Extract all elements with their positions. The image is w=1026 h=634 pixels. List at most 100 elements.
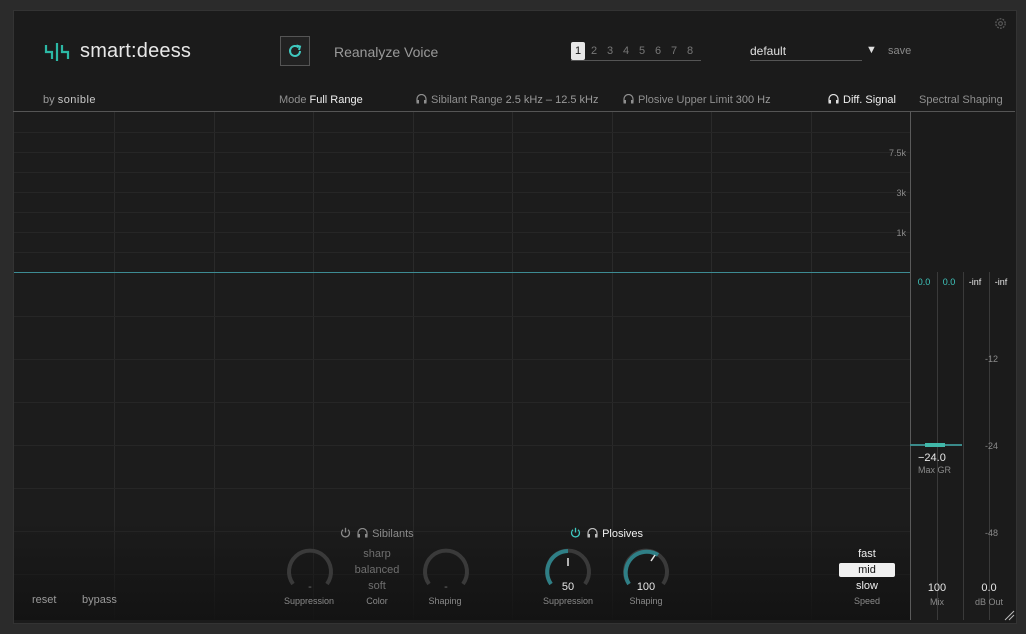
slot-7[interactable]: 7 xyxy=(667,42,681,60)
diff-signal-toggle[interactable]: Diff. Signal xyxy=(828,94,896,106)
slot-6[interactable]: 6 xyxy=(651,42,665,60)
plosive-suppression-knob[interactable] xyxy=(542,546,594,586)
headphones-icon[interactable] xyxy=(623,94,634,104)
meter-value-out-left: -inf xyxy=(968,277,982,287)
plosive-limit-value[interactable]: 300 Hz xyxy=(736,94,771,106)
sibilant-shaping-value: - xyxy=(444,581,448,593)
slot-5[interactable]: 5 xyxy=(635,42,649,60)
sibilants-header: Sibilants xyxy=(340,527,414,540)
meter-value-out-right: -inf xyxy=(994,277,1008,287)
grid-hline xyxy=(14,252,910,253)
sibilant-suppression-knob[interactable] xyxy=(284,546,336,586)
signal-baseline xyxy=(14,272,910,273)
headphones-icon xyxy=(828,94,839,104)
reset-button[interactable]: reset xyxy=(32,594,56,606)
logo-icon xyxy=(44,43,70,61)
color-option-sharp[interactable]: sharp xyxy=(347,548,407,560)
plosive-shaping-label: Shaping xyxy=(629,596,663,606)
resize-handle-icon[interactable] xyxy=(1003,609,1015,621)
sibilant-suppression-label: Suppression xyxy=(283,596,335,606)
headphones-icon[interactable] xyxy=(357,528,368,538)
sibilant-range-label: Sibilant Range xyxy=(431,94,503,106)
plosive-suppression-label: Suppression xyxy=(542,596,594,606)
preset-slots: 1 2 3 4 5 6 7 8 xyxy=(571,42,701,61)
sibilant-range-option[interactable]: Sibilant Range 2.5 kHz – 12.5 kHz xyxy=(416,94,599,106)
reanalyze-button[interactable] xyxy=(280,36,310,66)
plosive-shaping-value[interactable]: 100 xyxy=(626,581,666,593)
power-icon[interactable] xyxy=(340,527,351,538)
meter-value-in-right: 0.0 xyxy=(942,277,956,287)
grid-hline xyxy=(14,172,910,173)
headphones-icon[interactable] xyxy=(416,94,427,104)
grid-hline xyxy=(14,152,910,153)
grid-hline xyxy=(14,192,910,193)
plosive-limit-label: Plosive Upper Limit xyxy=(638,94,733,106)
db-label: -48 xyxy=(985,528,999,538)
grid-hline xyxy=(14,316,910,317)
plosive-limit-option[interactable]: Plosive Upper Limit 300 Hz xyxy=(623,94,771,106)
reanalyze-label[interactable]: Reanalyze Voice xyxy=(334,44,438,60)
dropdown-arrow-icon[interactable]: ▼ xyxy=(866,44,877,56)
max-gr-value[interactable]: −24.0 xyxy=(918,452,946,464)
power-icon[interactable] xyxy=(570,527,581,538)
freq-label: 7.5k xyxy=(888,148,906,158)
plosives-header: Plosives xyxy=(570,527,643,540)
grid-hline xyxy=(14,488,910,489)
mode-value[interactable]: Full Range xyxy=(310,94,363,106)
meter-divider xyxy=(963,272,964,620)
slot-1[interactable]: 1 xyxy=(571,42,585,60)
slot-8[interactable]: 8 xyxy=(683,42,697,60)
plosive-suppression-value[interactable]: 50 xyxy=(548,581,588,593)
max-gr-label: Max GR xyxy=(918,465,952,475)
diff-signal-label: Diff. Signal xyxy=(843,94,896,106)
slot-2[interactable]: 2 xyxy=(587,42,601,60)
freq-label: 1k xyxy=(896,228,906,238)
grid-hline xyxy=(14,232,910,233)
reanalyze-icon xyxy=(289,44,302,57)
meter-value-in-left: 0.0 xyxy=(917,277,931,287)
bypass-button[interactable]: bypass xyxy=(82,594,117,606)
out-label: dB Out xyxy=(974,597,1003,607)
byline: by sonible xyxy=(43,94,96,106)
max-gr-handle[interactable] xyxy=(925,443,945,447)
grid-hline xyxy=(14,359,910,360)
mix-label: Mix xyxy=(930,597,944,607)
spectrum-graph: 7.5k 3k 1k xyxy=(14,112,910,620)
sibilant-range-value[interactable]: 2.5 kHz – 12.5 kHz xyxy=(506,94,599,106)
sibilants-title: Sibilants xyxy=(372,528,414,540)
grid-hline xyxy=(14,132,910,133)
slot-3[interactable]: 3 xyxy=(603,42,617,60)
speed-label: Speed xyxy=(853,596,881,606)
mode-option[interactable]: Mode Full Range xyxy=(279,94,363,106)
byline-brand: sonible xyxy=(57,94,97,106)
slot-4[interactable]: 4 xyxy=(619,42,633,60)
mode-label: Mode xyxy=(279,94,307,106)
grid-hline xyxy=(14,212,910,213)
freq-label: 3k xyxy=(896,188,906,198)
speed-option-mid[interactable]: mid xyxy=(839,563,895,577)
sibilant-shaping-knob[interactable] xyxy=(420,546,472,586)
grid-hline xyxy=(14,402,910,403)
settings-gear-icon[interactable] xyxy=(993,16,1008,31)
speed-option-fast[interactable]: fast xyxy=(839,548,895,560)
db-label: -12 xyxy=(985,354,999,364)
sibilant-shaping-label: Shaping xyxy=(428,596,462,606)
out-value[interactable]: 0.0 xyxy=(964,582,1014,594)
spectral-shaping-toggle[interactable]: Spectral Shaping xyxy=(919,94,1003,106)
plosives-title: Plosives xyxy=(602,528,644,540)
db-label: -24 xyxy=(985,441,999,451)
speed-option-slow[interactable]: slow xyxy=(839,580,895,592)
byline-prefix: by xyxy=(43,94,55,106)
save-button[interactable]: save xyxy=(888,45,911,57)
grid-hline xyxy=(14,445,910,446)
level-meters: -12 -24 -48 100 Mix 0.0 dB Out xyxy=(910,112,1016,620)
plosive-shaping-knob[interactable] xyxy=(620,546,672,586)
color-option-balanced[interactable]: balanced xyxy=(347,564,407,576)
color-option-soft[interactable]: soft xyxy=(347,580,407,592)
mix-value[interactable]: 100 xyxy=(912,582,962,594)
sibilant-suppression-value: - xyxy=(308,581,312,593)
color-label: Color xyxy=(366,596,388,606)
headphones-icon[interactable] xyxy=(587,528,598,538)
logo-text: smart:deess xyxy=(80,40,192,62)
preset-select[interactable]: default xyxy=(750,44,862,61)
